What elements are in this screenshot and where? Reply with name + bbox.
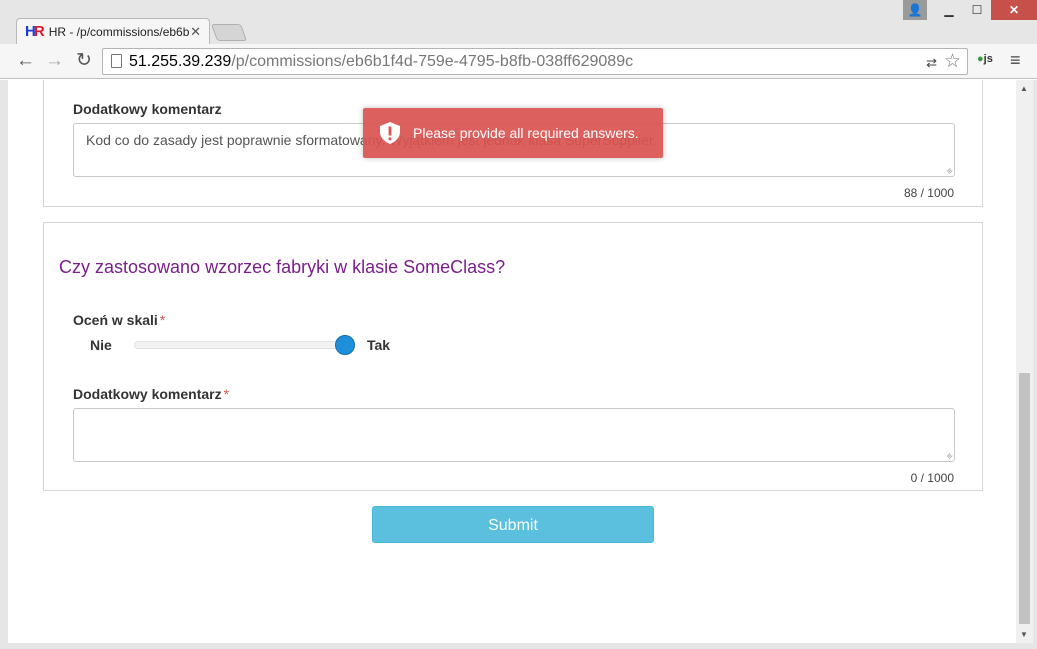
tab-title: HR - /p/commissions/eb6b — [48, 24, 189, 39]
translate-icon[interactable]: ⇄ — [926, 50, 937, 75]
hr-favicon-icon: HR — [25, 23, 45, 40]
vertical-scrollbar[interactable]: ▲ ▼ — [1016, 80, 1033, 643]
window-frame-bottom — [0, 643, 1037, 649]
minimize-icon[interactable]: ▁ — [935, 0, 963, 20]
profile-icon[interactable]: 👤 — [903, 0, 927, 20]
window-close-icon[interactable]: ✕ — [991, 0, 1037, 20]
new-tab-button[interactable] — [210, 24, 248, 41]
menu-icon[interactable]: ≡ — [1010, 50, 1021, 71]
maximize-icon[interactable]: ☐ — [963, 0, 991, 20]
resize-handle-icon[interactable]: ≡ — [944, 451, 955, 462]
window-frame-right — [1033, 80, 1037, 649]
slider-fill — [135, 342, 345, 348]
browser-tab[interactable]: HR HR - /p/commissions/eb6b ✕ — [16, 18, 210, 44]
char-counter: 0 / 1000 — [910, 471, 954, 485]
slider-max-label: Tak — [367, 337, 391, 353]
error-toast: Please provide all required answers. — [363, 108, 663, 158]
page-viewport: Dodatkowy komentarz Kod co do zasady jes… — [8, 80, 1016, 643]
back-arrow-icon[interactable]: ← — [16, 51, 35, 71]
comment-label: Dodatkowy komentarz — [73, 101, 222, 117]
char-counter: 88 / 1000 — [903, 186, 954, 200]
toast-message: Please provide all required answers. — [413, 125, 639, 141]
slider-handle[interactable] — [335, 335, 355, 355]
rating-slider: Nie Tak — [90, 335, 410, 355]
browser-tabstrip: HR HR - /p/commissions/eb6b ✕ 👤 ▁ ☐ ✕ — [0, 0, 1037, 44]
question-panel: Czy zastosowano wzorzec fabryki w klasie… — [43, 222, 983, 491]
extension-icon[interactable]: ●js — [977, 53, 993, 65]
window-frame-left — [0, 80, 8, 649]
reload-icon[interactable]: ↻ — [76, 51, 92, 71]
resize-handle-icon[interactable]: ≡ — [944, 166, 955, 177]
required-marker: * — [159, 312, 166, 328]
url-host: 51.255.39.239 — [129, 53, 232, 70]
submit-button[interactable]: Submit — [372, 506, 654, 543]
page-icon — [111, 54, 122, 68]
url-path: /p/commissions/eb6b1f4d-759e-4795-b8fb-0… — [231, 53, 634, 70]
close-tab-icon[interactable]: ✕ — [190, 24, 201, 40]
address-bar[interactable]: 51.255.39.239/p/commissions/eb6b1f4d-759… — [102, 48, 968, 75]
scroll-up-icon[interactable]: ▲ — [1020, 84, 1028, 93]
scroll-down-icon[interactable]: ▼ — [1020, 630, 1028, 639]
forward-arrow-icon[interactable]: → — [45, 51, 64, 71]
slider-min-label: Nie — [90, 337, 112, 353]
window-controls: 👤 ▁ ☐ ✕ — [903, 0, 1037, 20]
required-marker: * — [223, 386, 230, 402]
question-title: Czy zastosowano wzorzec fabryki w klasie… — [59, 257, 506, 277]
bookmark-star-icon[interactable]: ☆ — [944, 49, 961, 74]
scale-label: Oceń w skali * — [73, 312, 166, 328]
slider-track[interactable] — [134, 335, 355, 355]
scrollbar-thumb[interactable] — [1019, 373, 1030, 624]
comment-textarea[interactable]: ≡ — [73, 408, 955, 462]
browser-toolbar: ← → ↻ 51.255.39.239/p/commissions/eb6b1f… — [0, 44, 1037, 79]
comment-label: Dodatkowy komentarz * — [73, 386, 230, 402]
shield-alert-icon — [380, 122, 400, 144]
